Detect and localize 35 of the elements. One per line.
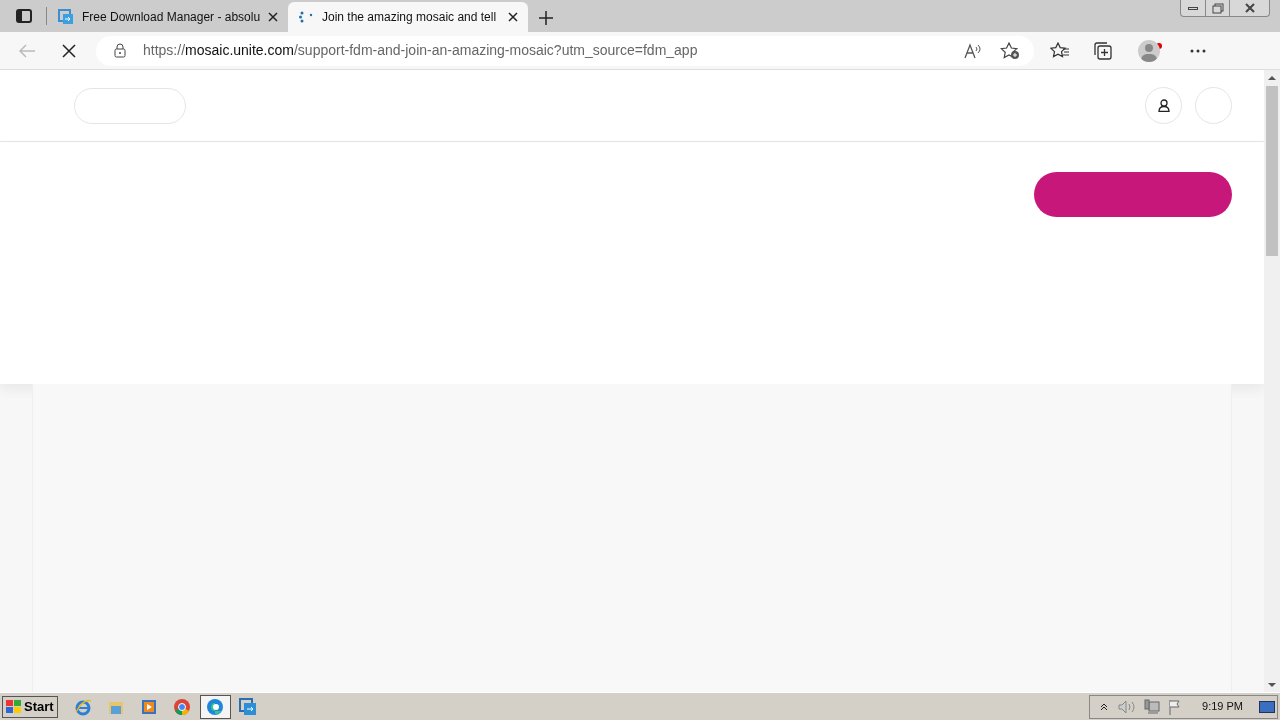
url-text: https://mosaic.unite.com/support-fdm-and-join-an-amazing-mosaic?utm_source=fdm_app [143, 41, 698, 60]
address-bar[interactable]: https://mosaic.unite.com/support-fdm-and-join-an-amazing-mosaic?utm_source=fdm_app [96, 35, 1034, 66]
add-favorite-icon[interactable] [1000, 41, 1020, 60]
user-icon [1157, 99, 1170, 112]
favorites-icon[interactable] [1050, 41, 1070, 60]
new-tab-icon[interactable] [538, 10, 554, 26]
collections-icon[interactable] [1094, 41, 1112, 60]
tab-title: Join the amazing mosaic and tell [322, 9, 498, 26]
more-options-icon[interactable] [1190, 48, 1206, 53]
close-icon [1243, 3, 1256, 13]
profile-avatar[interactable] [1138, 39, 1160, 62]
close-tab-icon[interactable] [268, 12, 278, 22]
stop-loading-icon[interactable] [62, 43, 76, 58]
show-hidden-icon[interactable] [1100, 702, 1109, 711]
start-button[interactable]: Start [2, 695, 58, 718]
loading-spinner-icon [298, 9, 314, 25]
minimize-icon [1188, 6, 1198, 10]
scroll-up-icon[interactable] [1268, 75, 1276, 81]
clock[interactable]: 9:19 PM [1202, 698, 1243, 715]
windows-logo-icon [6, 699, 22, 714]
tab-title: Free Download Manager - absolu [82, 9, 260, 26]
lock-icon[interactable] [114, 43, 126, 58]
flag-icon[interactable] [1168, 698, 1183, 715]
read-aloud-icon[interactable] [964, 42, 982, 59]
network-icon[interactable] [1144, 698, 1161, 715]
taskbar-app-icon[interactable] [199, 694, 231, 719]
close-tab-icon[interactable] [508, 12, 518, 22]
action-button[interactable] [1034, 172, 1232, 217]
scroll-down-icon[interactable] [1268, 682, 1276, 688]
tab-actions-icon[interactable] [16, 9, 32, 23]
browser-tab[interactable]: Free Download Manager - absolu [48, 2, 288, 32]
app-icon [58, 9, 74, 25]
scrollbar-thumb[interactable] [1266, 86, 1278, 256]
browser-tab[interactable]: Join the amazing mosaic and tell [288, 2, 528, 32]
show-desktop-icon[interactable] [1259, 700, 1275, 713]
